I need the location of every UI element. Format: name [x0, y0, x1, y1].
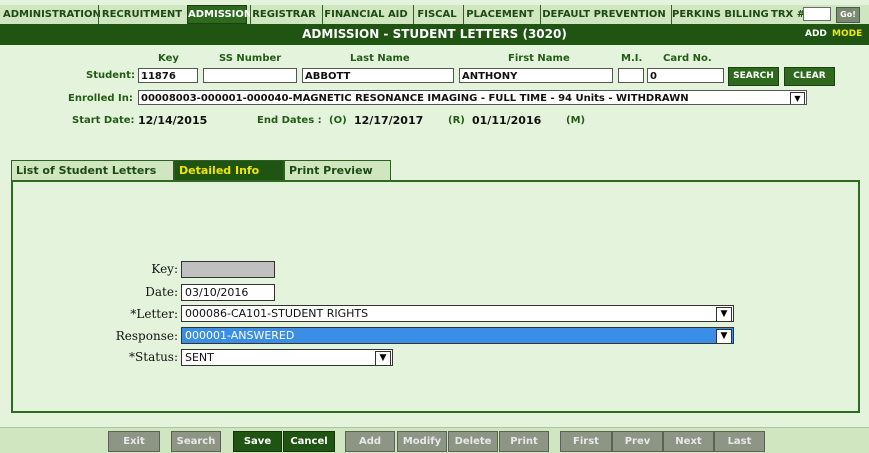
chevron-down-icon[interactable]: ▼: [375, 351, 391, 365]
chevron-down-icon[interactable]: ▼: [716, 307, 732, 321]
letter-value: 000086-CA101-STUDENT RIGHTS: [185, 307, 369, 320]
header-ss-number: SS Number: [219, 53, 282, 64]
save-button[interactable]: Save: [233, 431, 282, 452]
nav-tab-administration[interactable]: ADMINISTRATION: [3, 5, 101, 24]
student-label: Student:: [86, 70, 135, 81]
delete-button[interactable]: Delete: [448, 431, 498, 452]
add-button[interactable]: Add: [345, 431, 395, 452]
nav-tab-financial-aid[interactable]: FINANCIAL AID: [322, 5, 409, 24]
next-button[interactable]: Next: [663, 431, 714, 452]
page-title: ADMISSION - STUDENT LETTERS (3020): [302, 27, 567, 41]
mi-input[interactable]: [618, 68, 644, 83]
end-date-m-label: (M): [566, 115, 586, 126]
last-button[interactable]: Last: [714, 431, 765, 452]
prev-button[interactable]: Prev: [612, 431, 663, 452]
nav-tab-admission[interactable]: ADMISSION: [187, 5, 252, 24]
trx-label: TRX #:: [771, 9, 810, 20]
tab-detailed-info[interactable]: Detailed Info: [174, 160, 284, 180]
response-value: 000001-ANSWERED: [185, 329, 295, 342]
tab-list-of-student-letters[interactable]: List of Student Letters: [11, 160, 174, 180]
end-dates-label: End Dates :: [257, 115, 322, 126]
letter-select[interactable]: 000086-CA101-STUDENT RIGHTS ▼: [181, 305, 734, 322]
date-field[interactable]: 03/10/2016: [181, 284, 275, 301]
status-select[interactable]: SENT ▼: [181, 349, 393, 366]
ss-number-input[interactable]: [203, 68, 297, 83]
response-select[interactable]: 000001-ANSWERED ▼: [181, 327, 734, 344]
add-label: ADD: [805, 29, 827, 39]
nav-tab-registrar[interactable]: REGISTRAR: [250, 5, 317, 24]
status-value: SENT: [185, 351, 214, 364]
key-label: Key:: [151, 262, 178, 276]
clear-button[interactable]: CLEAR: [784, 67, 835, 86]
last-name-input[interactable]: ABBOTT: [302, 68, 454, 83]
status-label: *Status:: [129, 350, 178, 364]
card-no-input[interactable]: 0: [647, 68, 724, 83]
go-button[interactable]: Go!: [836, 7, 860, 23]
end-date-o-value: 12/17/2017: [354, 114, 424, 127]
modify-button[interactable]: Modify: [397, 431, 447, 452]
start-date-value: 12/14/2015: [138, 114, 208, 127]
first-name-input[interactable]: ANTHONY: [459, 68, 613, 83]
header-key: Key: [158, 53, 179, 64]
trx-input[interactable]: [803, 7, 831, 21]
enrolled-in-value: 00008003-000001-000040-MAGNETIC RESONANC…: [141, 93, 689, 104]
nav-tab-perkins-billing[interactable]: PERKINS BILLING: [671, 5, 769, 24]
chevron-down-icon[interactable]: ▼: [716, 329, 732, 343]
date-label: Date:: [145, 285, 178, 299]
first-button[interactable]: First: [560, 431, 612, 452]
end-date-o-label: (O): [329, 115, 347, 126]
search-button[interactable]: SEARCH: [728, 67, 779, 86]
search-toolbar-button[interactable]: Search: [171, 431, 221, 452]
header-first-name: First Name: [508, 53, 570, 64]
header-last-name: Last Name: [350, 53, 410, 64]
nav-tab-recruitment[interactable]: RECRUITMENT: [98, 5, 185, 24]
nav-tab-fiscal[interactable]: FISCAL: [413, 5, 460, 24]
key-field: [181, 261, 275, 278]
title-bar: ADMISSION - STUDENT LETTERS (3020) ADD M…: [0, 24, 869, 45]
end-date-r-label: (R): [448, 115, 465, 126]
response-label: Response:: [115, 329, 178, 343]
bottom-toolbar: Exit Search Save Cancel Add Modify Delet…: [0, 427, 869, 453]
enrolled-in-label: Enrolled In:: [68, 93, 133, 104]
nav-tab-default-prevention[interactable]: DEFAULT PREVENTION: [540, 5, 667, 24]
header-mi: M.I.: [621, 53, 643, 64]
print-button[interactable]: Print: [499, 431, 549, 452]
nav-tab-placement[interactable]: PLACEMENT: [463, 5, 536, 24]
tab-print-preview[interactable]: Print Preview: [284, 160, 391, 180]
header-card-no: Card No.: [663, 53, 712, 64]
mode-label: MODE: [832, 29, 863, 39]
start-date-label: Start Date:: [72, 115, 135, 126]
exit-button[interactable]: Exit: [108, 431, 160, 452]
cancel-button[interactable]: Cancel: [283, 431, 335, 452]
student-key-input[interactable]: 11876: [138, 68, 198, 83]
enrolled-in-select[interactable]: 00008003-000001-000040-MAGNETIC RESONANC…: [138, 90, 807, 105]
chevron-down-icon[interactable]: ▼: [790, 92, 805, 104]
letter-label: *Letter:: [130, 307, 178, 321]
end-date-r-value: 01/11/2016: [472, 114, 542, 127]
top-nav: ADMINISTRATION RECRUITMENT ADMISSION REG…: [0, 5, 869, 25]
